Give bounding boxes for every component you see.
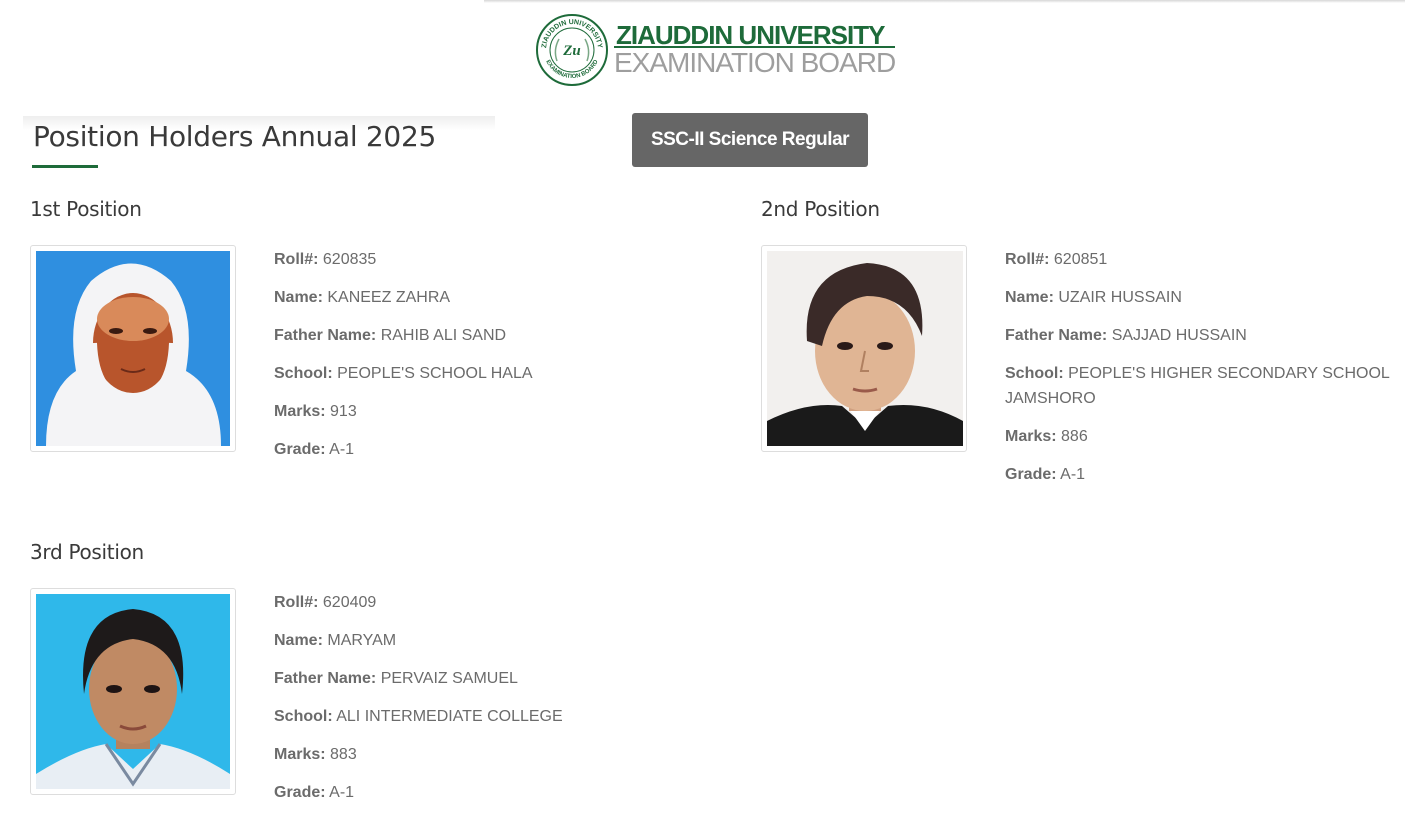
student-details-3: Roll#: 620409 Name: MARYAM Father Name: … [274,590,714,818]
marks-label: Marks: [274,403,326,420]
roll-label: Roll#: [274,594,319,611]
father-row: Father Name: SAJJAD HUSSAIN [1005,323,1400,348]
grade-value: A-1 [329,784,355,801]
name-row: Name: UZAIR HUSSAIN [1005,285,1400,310]
roll-value: 620409 [322,594,377,611]
student-portrait-2 [767,251,963,446]
page-title: Position Holders Annual 2025 [33,120,436,153]
position-heading-2: 2nd Position [761,197,880,221]
name-label: Name: [274,289,323,306]
father-value: PERVAIZ SAMUEL [380,670,518,687]
student-portrait-1 [36,251,230,446]
board-name: EXAMINATION BOARD [614,46,896,78]
title-underline [32,165,98,168]
student-photo-2 [761,245,967,452]
roll-row: Roll#: 620835 [274,247,714,272]
name-row: Name: KANEEZ ZAHRA [274,285,714,310]
top-border [484,0,1405,3]
name-label: Name: [274,632,323,649]
school-label: School: [1005,365,1064,382]
grade-row: Grade: A-1 [274,437,714,462]
board-logo[interactable]: ZIAUDDIN UNIVERSITY EXAMINATION BOARD Zu… [532,8,920,88]
name-row: Name: MARYAM [274,628,714,653]
father-value: SAJJAD HUSSAIN [1111,327,1247,344]
position-heading-3: 3rd Position [30,540,144,564]
student-photo-3 [30,588,236,795]
category-button[interactable]: SSC-II Science Regular [632,113,868,167]
student-details-1: Roll#: 620835 Name: KANEEZ ZAHRA Father … [274,247,714,475]
marks-value: 883 [330,746,357,763]
father-row: Father Name: PERVAIZ SAMUEL [274,666,714,691]
marks-label: Marks: [274,746,326,763]
svg-text:Zu: Zu [562,43,581,59]
school-label: School: [274,365,333,382]
roll-label: Roll#: [1005,251,1050,268]
grade-label: Grade: [274,784,326,801]
marks-row: Marks: 913 [274,399,714,424]
name-value: KANEEZ ZAHRA [327,289,451,306]
roll-row: Roll#: 620409 [274,590,714,615]
father-label: Father Name: [274,670,377,687]
name-label: Name: [1005,289,1054,306]
school-row: School: PEOPLE'S SCHOOL HALA [274,361,714,386]
name-value: UZAIR HUSSAIN [1058,289,1182,306]
father-row: Father Name: RAHIB ALI SAND [274,323,714,348]
marks-value: 886 [1061,428,1088,445]
grade-value: A-1 [1060,466,1086,483]
student-details-2: Roll#: 620851 Name: UZAIR HUSSAIN Father… [1005,247,1400,500]
grade-row: Grade: A-1 [1005,462,1400,487]
school-row: School: ALI INTERMEDIATE COLLEGE [274,704,714,729]
marks-row: Marks: 883 [274,742,714,767]
school-row: School: PEOPLE'S HIGHER SECONDARY SCHOOL… [1005,361,1400,411]
marks-row: Marks: 886 [1005,424,1400,449]
roll-label: Roll#: [274,251,319,268]
school-value: ALI INTERMEDIATE COLLEGE [336,708,563,725]
roll-value: 620835 [322,251,377,268]
grade-row: Grade: A-1 [274,780,714,805]
roll-value: 620851 [1053,251,1108,268]
name-value: MARYAM [327,632,397,649]
student-portrait-3 [36,594,230,789]
father-label: Father Name: [274,327,377,344]
grade-value: A-1 [329,441,355,458]
school-value: PEOPLE'S SCHOOL HALA [337,365,533,382]
grade-label: Grade: [1005,466,1057,483]
page-title-box: Position Holders Annual 2025 [23,116,495,168]
marks-label: Marks: [1005,428,1057,445]
roll-row: Roll#: 620851 [1005,247,1400,272]
father-value: RAHIB ALI SAND [380,327,507,344]
university-seal-icon: ZIAUDDIN UNIVERSITY EXAMINATION BOARD Zu [536,14,608,86]
marks-value: 913 [330,403,357,420]
school-label: School: [274,708,333,725]
student-photo-1 [30,245,236,452]
grade-label: Grade: [274,441,326,458]
father-label: Father Name: [1005,327,1108,344]
position-heading-1: 1st Position [30,197,142,221]
